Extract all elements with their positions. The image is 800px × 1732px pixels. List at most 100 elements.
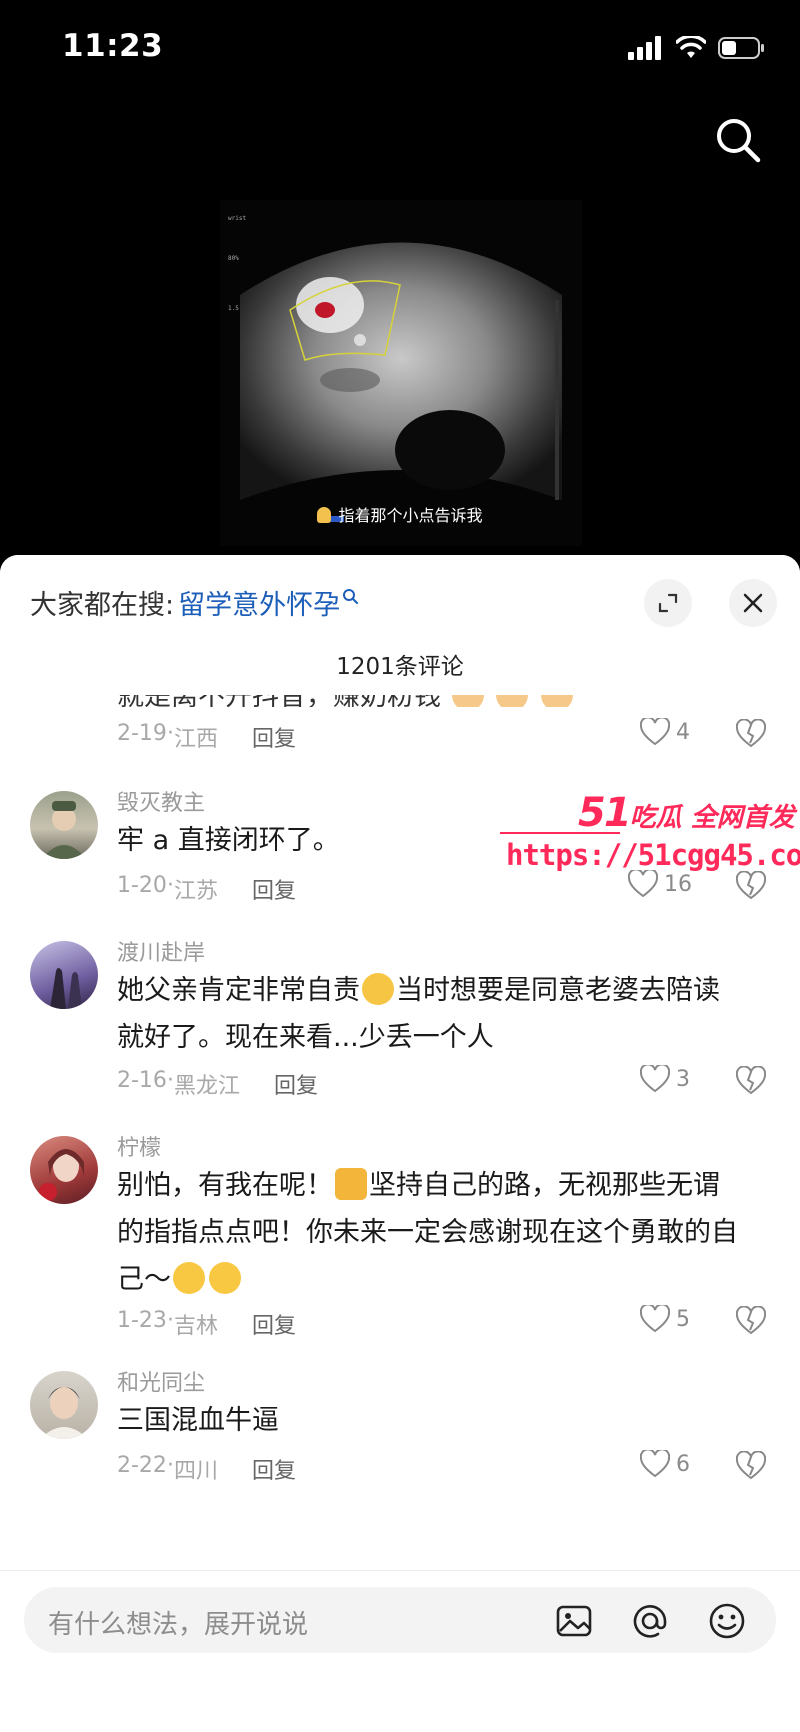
like-button[interactable]: 3 [640,1065,690,1093]
comment-text-part: 己～ [117,1264,171,1295]
comment-date: 1-20 [117,873,167,898]
reply-button[interactable]: 回复 [252,721,296,753]
caption-text: 指着那个小点告诉我 [338,506,483,525]
watermark-brand-text: 吃瓜 全网首发 [629,803,795,833]
comment-text-part: 她父亲肯定非常自责 [117,975,360,1006]
comment-input[interactable]: 有什么想法，展开说说 [24,1587,776,1653]
signal-icon [628,36,661,60]
like-button[interactable]: 5 [640,1305,690,1333]
input-placeholder: 有什么想法，展开说说 [48,1610,309,1640]
dislike-icon[interactable] [736,1066,766,1096]
meta-dot: · [166,721,174,746]
like-count: 6 [676,1451,690,1477]
watermark-brand-number: 51 [578,790,632,836]
comment-text-part: 就好了。现在来看...少丢一个人 [117,1022,494,1053]
reply-button[interactable]: 回复 [252,1453,296,1485]
video-caption: 指着那个小点告诉我 [0,502,800,526]
watermark-brand: 51吃瓜 全网首发 [578,790,795,836]
wifi-icon [676,36,706,58]
comment-count: 1201条评论 [336,654,464,680]
smile-emoji-icon [173,1262,205,1294]
like-count: 5 [676,1306,690,1332]
comment-text-part: 别怕，有我在呢！ [117,1170,333,1201]
dislike-icon[interactable] [736,1451,766,1481]
like-count: 4 [676,719,690,745]
comment-text-part: 的指指点点吧！你未来一定会感谢现在这个勇敢的自 [117,1217,738,1248]
expand-icon [658,593,678,613]
comment-region: 黑龙江 [173,1074,240,1099]
comment-region: 吉林 [173,1314,218,1339]
avatar[interactable] [30,791,98,859]
close-button[interactable] [729,579,777,627]
comment-text: 三国混血牛逼 [117,1405,279,1436]
comment-username[interactable]: 柠檬 [117,1130,161,1162]
comment-region: 四川 [173,1459,218,1484]
like-button[interactable]: 6 [640,1450,690,1478]
avatar-image [39,1149,84,1201]
avatar-image [40,1387,88,1439]
reply-button[interactable]: 回复 [252,873,296,905]
comment-meta: 2-16 · 黑龙江 回复 [117,1068,318,1100]
at-mention-icon[interactable] [630,1601,670,1641]
comment-username[interactable]: 和光同尘 [117,1365,205,1397]
reply-button[interactable]: 回复 [274,1068,318,1100]
svg-text:wrist: wrist [228,215,246,222]
comment-sheet: 大家都在搜: 留学意外怀孕 1201条评论 就是离不开抖音，赚奶粉钱 [0,555,800,1732]
status-time: 11:23 [62,28,164,64]
search-icon[interactable] [708,110,768,170]
expand-button[interactable] [644,579,692,627]
status-bar: 11:23 [0,0,800,100]
comment-text: 她父亲肯定非常自责 当时想要是同意老婆去陪读 就好了。现在来看...少丢一个人 [117,967,777,1061]
watermark-url: https://51cgg45.com [506,838,800,872]
comment-text-part: 当时想要是同意老婆去陪读 [396,975,720,1006]
comment-date: 2-16 [117,1068,167,1093]
battery-icon [718,37,764,59]
comment-username[interactable]: 渡川赴岸 [117,935,205,967]
image-icon[interactable] [554,1601,594,1641]
heart-icon [640,1450,670,1478]
comment-meta: 2-22 · 四川 回复 [117,1453,296,1485]
comment-username[interactable]: 毁灭教主 [117,785,205,817]
avatar[interactable] [30,1371,98,1439]
comment-date: 2-19 [117,721,167,746]
comment-date: 1-23 [117,1308,167,1333]
search-link[interactable]: 留学意外怀孕 [178,583,340,622]
divider [0,1570,800,1571]
heart-icon [640,718,670,746]
dislike-icon[interactable] [736,1306,766,1336]
comment-meta: 1-23 · 吉林 回复 [117,1308,296,1340]
comment-meta: 1-20 · 江苏 回复 [117,873,296,905]
comment-text: 别怕，有我在呢！ 坚持自己的路，无视那些无谓 的指指点点吧！你未来一定会感谢现在这… [117,1162,777,1303]
avatar-image [50,968,82,1009]
heart-icon [640,1305,670,1333]
crying-laughing-emoji-icon [362,973,394,1005]
meta-dot: · [166,1308,174,1333]
comment-meta: 2-19 · 江西 回复 [117,721,296,753]
emoji-icon[interactable] [707,1601,747,1641]
meta-dot: · [166,1453,174,1478]
person-icon [317,507,332,523]
comment-region: 江西 [173,727,218,752]
comment-date: 2-22 [117,1453,167,1478]
avatar-image [42,801,86,859]
comment-region: 江苏 [173,879,218,904]
heart-icon [640,1065,670,1093]
svg-text:1.5: 1.5 [228,305,239,312]
avatar[interactable] [30,1136,98,1204]
search-small-icon [343,588,359,604]
dislike-icon[interactable] [736,719,766,749]
sheet-header: 大家都在搜: 留学意外怀孕 1201条评论 [0,555,800,695]
flexed-biceps-emoji-icon [335,1168,367,1200]
avatar[interactable] [30,941,98,1009]
smile-emoji-icon [209,1262,241,1294]
video-area[interactable]: wrist 80% 1.5 指着那个小点告诉我 [0,100,800,555]
meta-dot: · [166,1068,174,1093]
search-prefix: 大家都在搜: [30,590,175,621]
close-icon [743,593,763,613]
like-count: 3 [676,1066,690,1092]
reply-button[interactable]: 回复 [252,1308,296,1340]
comment-text-part: 坚持自己的路，无视那些无谓 [369,1170,720,1201]
meta-dot: · [166,873,174,898]
like-button[interactable]: 4 [640,718,690,746]
search-suggestion[interactable]: 大家都在搜: 留学意外怀孕 [30,583,360,622]
